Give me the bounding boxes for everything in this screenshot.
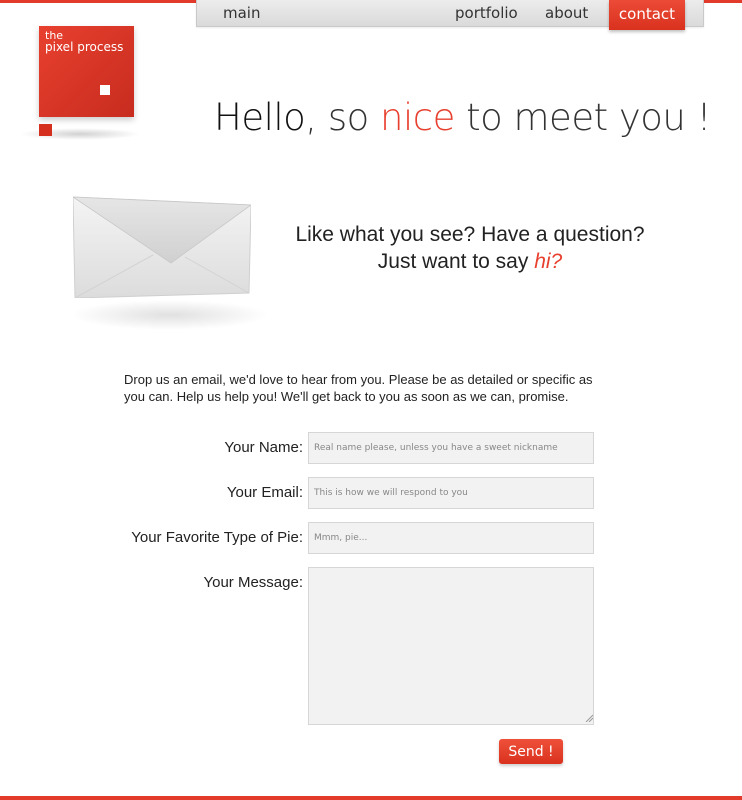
name-input[interactable] [308, 432, 594, 464]
name-label: Your Name: [224, 439, 303, 456]
headline-rest: to meet you ! [454, 96, 711, 139]
nav-main[interactable]: main [223, 0, 260, 26]
tagline: Like what you see? Have a question? Just… [270, 221, 670, 275]
headline-so: , so [305, 96, 380, 139]
resize-grip-icon[interactable] [585, 714, 593, 722]
logo[interactable]: the pixel process [39, 26, 134, 117]
headline-nice: nice [380, 96, 455, 139]
tagline-line-2-text: Just want to say [377, 250, 535, 273]
tagline-line-2: Just want to say hi? [270, 248, 670, 275]
headline-hello: Hello [214, 96, 306, 139]
nav-portfolio[interactable]: portfolio [455, 0, 518, 26]
page-headline: Hello, so nice to meet you ! [214, 96, 711, 139]
pie-input[interactable] [308, 522, 594, 554]
envelope-shadow [70, 300, 270, 330]
email-input[interactable] [308, 477, 594, 509]
logo-line-2: pixel process [45, 40, 124, 54]
intro-text: Drop us an email, we'd love to hear from… [124, 372, 593, 404]
logo-tab [39, 124, 52, 136]
main-navigation: main portfolio about contact [196, 0, 704, 30]
logo-shadow [20, 128, 140, 140]
email-label: Your Email: [226, 484, 303, 501]
logo-square-mark [100, 85, 110, 95]
send-button[interactable]: Send ! [499, 739, 563, 764]
tagline-line-1: Like what you see? Have a question? [295, 223, 645, 246]
pie-label: Your Favorite Type of Pie: [131, 529, 303, 546]
bottom-accent-bar [0, 796, 742, 800]
envelope-icon [73, 196, 251, 298]
message-label: Your Message: [203, 574, 303, 591]
tagline-hi: hi? [534, 250, 563, 273]
nav-contact[interactable]: contact [609, 0, 685, 30]
message-textarea[interactable] [308, 567, 594, 725]
nav-about[interactable]: about [545, 0, 588, 26]
